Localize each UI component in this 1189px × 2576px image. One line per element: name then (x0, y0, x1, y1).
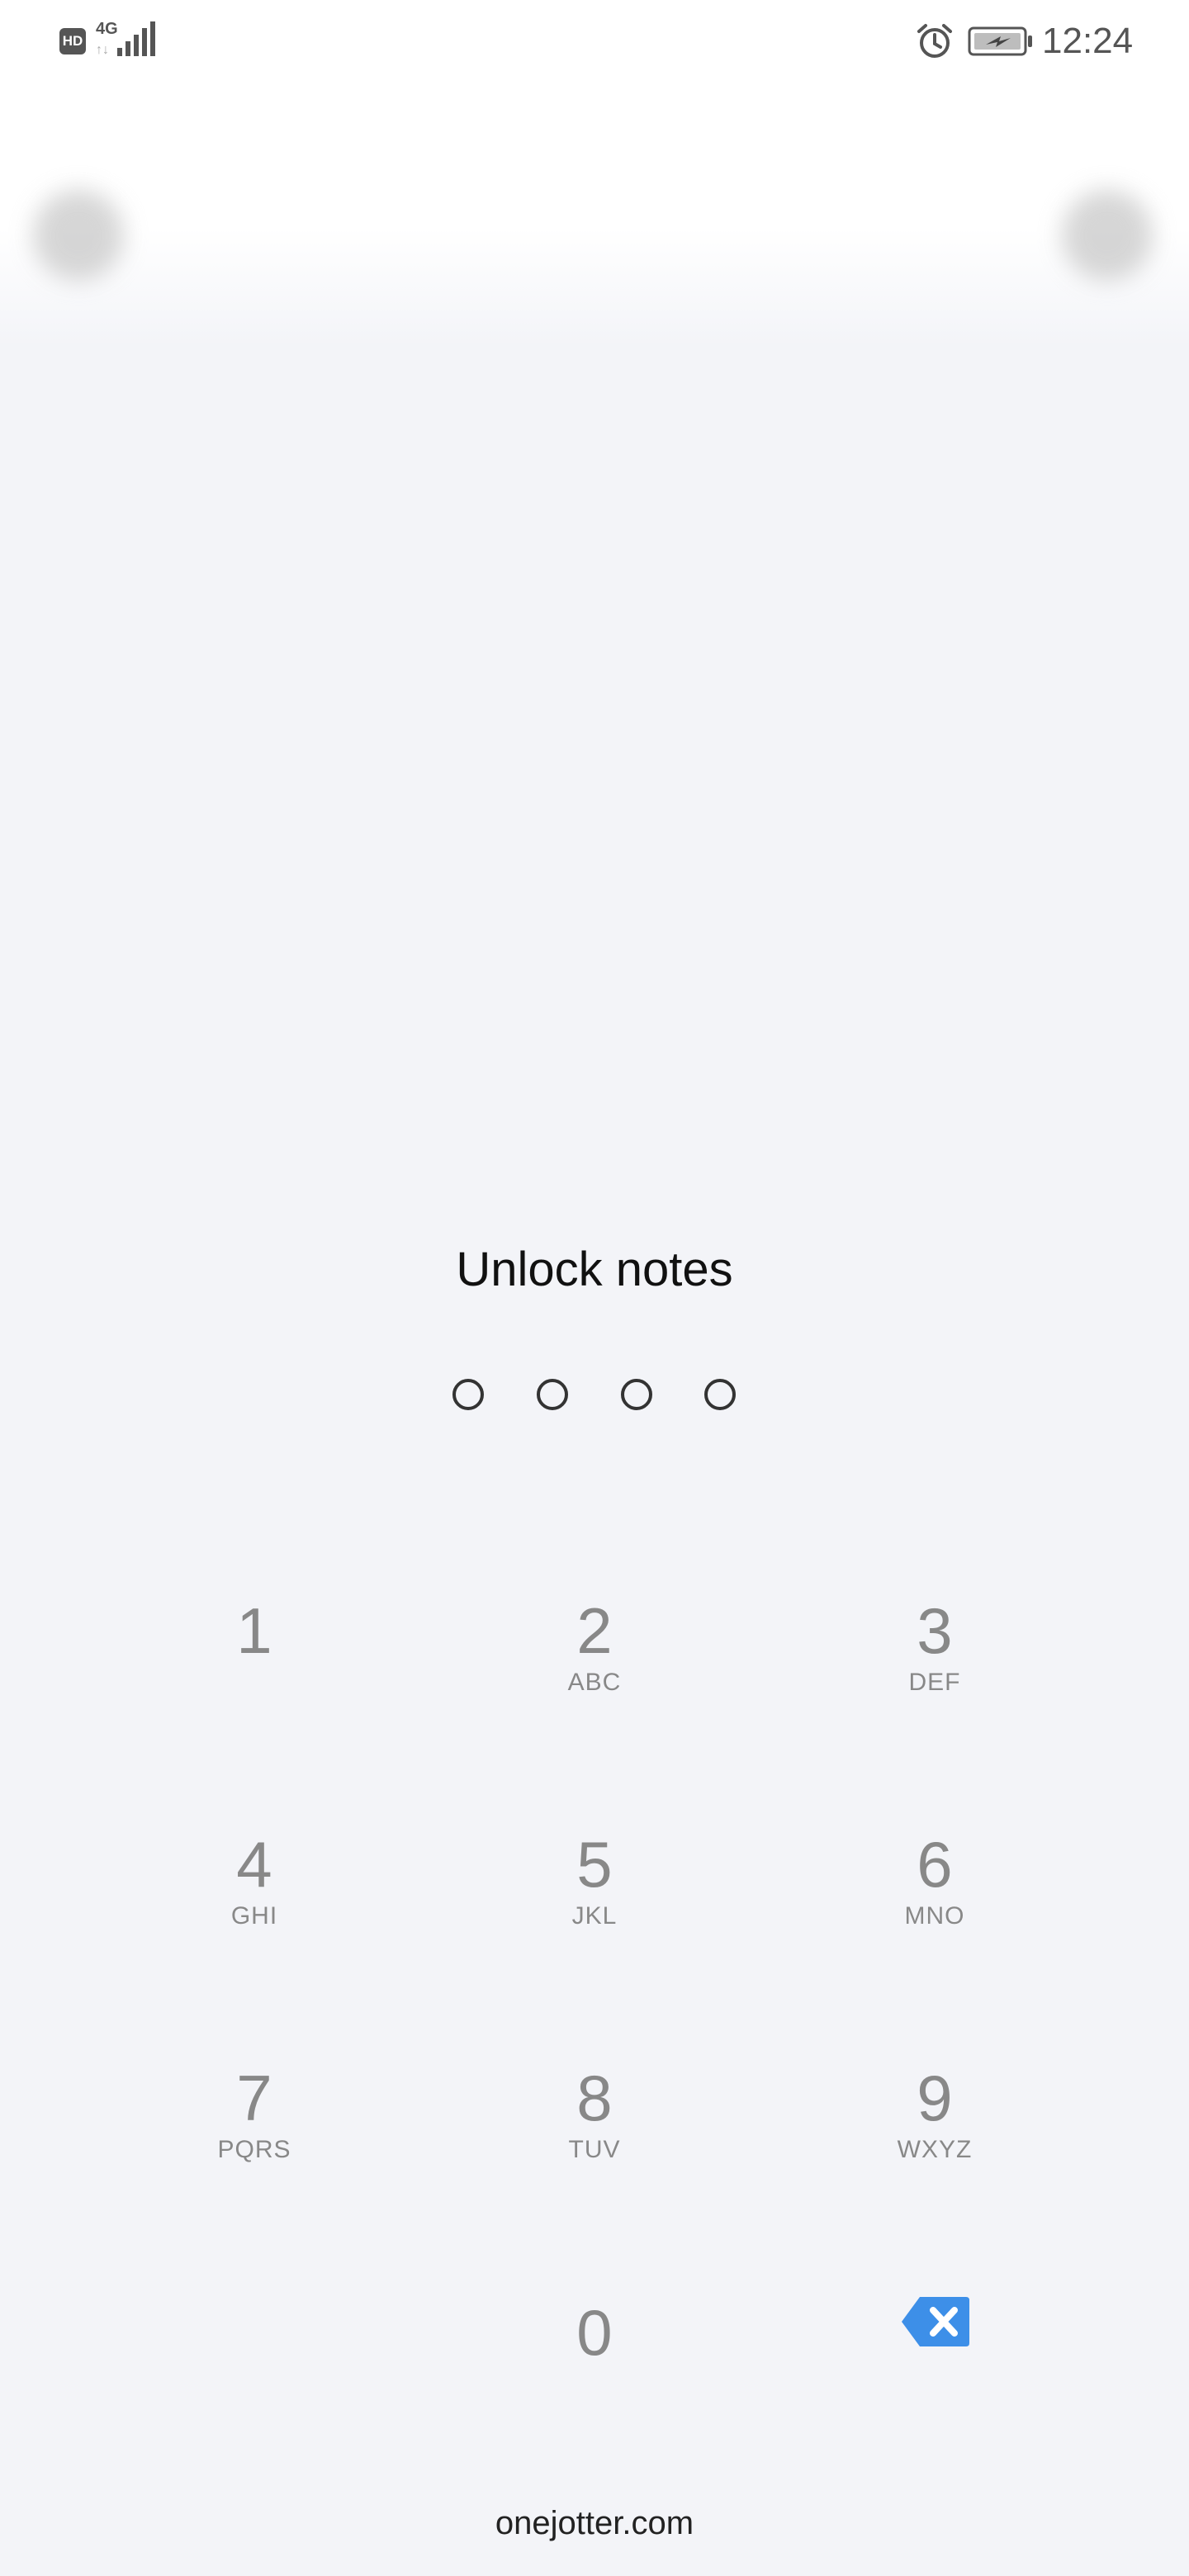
key-digit: 0 (576, 2296, 613, 2369)
key-digit: 4 (236, 1828, 272, 1901)
key-3[interactable]: 3 DEF (811, 1569, 1059, 1767)
key-7[interactable]: 7 PQRS (130, 2036, 378, 2234)
key-2[interactable]: 2 ABC (471, 1569, 718, 1767)
key-letters: WXYZ (897, 2136, 973, 2163)
key-digit: 5 (576, 1828, 613, 1901)
key-digit: 8 (576, 2062, 613, 2134)
key-1[interactable]: 1 (130, 1569, 378, 1767)
key-0[interactable]: 0 (471, 2271, 718, 2469)
hd-icon: HD (59, 28, 86, 54)
pin-dot (537, 1379, 568, 1410)
key-9[interactable]: 9 WXYZ (811, 2036, 1059, 2234)
key-6[interactable]: 6 MNO (811, 1802, 1059, 2001)
footer-link[interactable]: onejotter.com (0, 2500, 1189, 2546)
key-8[interactable]: 8 TUV (471, 2036, 718, 2234)
pin-dot (704, 1379, 736, 1410)
battery-charging-icon (968, 26, 1032, 56)
key-digit: 3 (917, 1594, 953, 1667)
menu-button[interactable] (1062, 190, 1153, 281)
key-digit: 9 (917, 2062, 953, 2134)
pin-dot (621, 1379, 652, 1410)
key-5[interactable]: 5 JKL (471, 1802, 718, 2001)
key-letters: ABC (567, 1669, 622, 1696)
key-digit: 1 (236, 1594, 272, 1667)
key-letters: TUV (568, 2136, 621, 2163)
header-area (0, 83, 1189, 347)
network-type: 4G (96, 20, 118, 38)
key-letters: DEF (908, 1669, 961, 1696)
network-arrows: ↑↓ (96, 43, 109, 57)
key-digit: 6 (917, 1828, 953, 1901)
key-letters: GHI (230, 1902, 278, 1930)
page-title: Unlock notes (456, 1243, 733, 1296)
key-digit: 2 (576, 1594, 613, 1667)
key-letters: PQRS (217, 2136, 291, 2163)
signal-icon (117, 21, 155, 56)
alarm-icon (917, 24, 952, 58)
back-button[interactable] (33, 190, 124, 281)
pin-dot (452, 1379, 484, 1410)
status-bar: HD 4G ↑↓ 12:24 (0, 0, 1189, 83)
key-digit: 7 (236, 2062, 272, 2134)
unlock-screen: HD 4G ↑↓ 12:24 Unlock notes 1 2 ABC 3 DE… (0, 0, 1189, 2576)
status-time: 12:24 (1042, 21, 1134, 61)
key-letters: JKL (571, 1902, 618, 1930)
backspace-icon[interactable] (900, 2295, 971, 2348)
key-4[interactable]: 4 GHI (130, 1802, 378, 2001)
key-letters: MNO (904, 1902, 965, 1930)
